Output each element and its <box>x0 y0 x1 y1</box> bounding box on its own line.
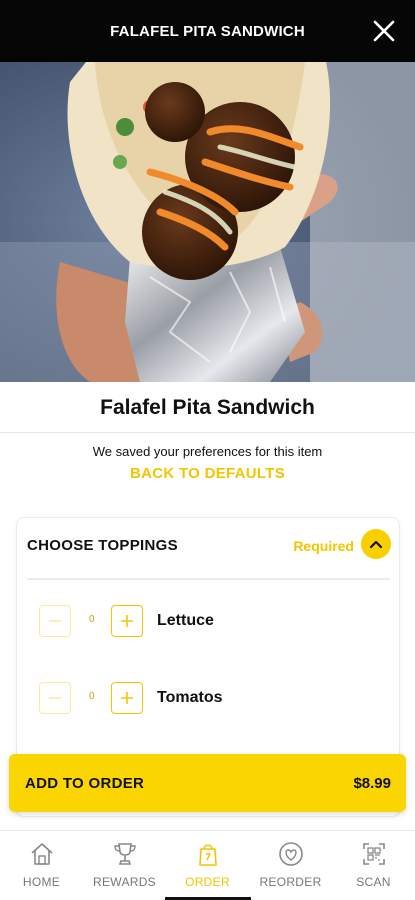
nav-label: SCAN <box>356 875 391 889</box>
back-to-defaults-link[interactable]: BACK TO DEFAULTS <box>0 465 415 482</box>
nav-label: ORDER <box>185 875 230 889</box>
add-to-order-button[interactable]: ADD TO ORDER $8.99 <box>9 754 406 812</box>
nav-label: REORDER <box>259 875 322 889</box>
quantity-value: 0 <box>89 614 95 625</box>
topping-name: Lettuce <box>157 612 214 629</box>
header-bar: FALAFEL PITA SANDWICH <box>0 0 415 62</box>
toppings-header[interactable]: CHOOSE TOPPINGS Required <box>17 518 399 578</box>
preferences-note: We saved your preferences for this item <box>92 444 323 459</box>
nav-label: HOME <box>22 875 61 889</box>
decrease-button[interactable] <box>39 682 71 714</box>
product-image <box>0 62 415 382</box>
increase-button[interactable] <box>111 605 143 637</box>
topping-row-tomatos: 0 Tomatos <box>37 682 377 716</box>
divider <box>27 578 390 580</box>
nav-item-rewards[interactable]: REWARDS <box>83 831 166 900</box>
page-title: FALAFEL PITA SANDWICH <box>110 22 305 40</box>
add-to-order-label: ADD TO ORDER <box>25 775 145 792</box>
topping-name: Tomatos <box>157 689 223 706</box>
home-icon <box>30 843 53 865</box>
item-title: Falafel Pita Sandwich <box>100 396 315 419</box>
minus-icon <box>49 697 61 699</box>
chevron-up-icon <box>369 540 383 549</box>
quantity-value: 0 <box>89 691 95 702</box>
increase-button[interactable] <box>111 682 143 714</box>
nav-item-order[interactable]: ORDER <box>164 831 251 900</box>
qr-scan-icon <box>362 843 385 865</box>
divider <box>0 432 415 433</box>
trophy-icon <box>113 843 136 865</box>
toppings-heading: CHOOSE TOPPINGS <box>27 537 178 554</box>
close-icon[interactable] <box>371 18 397 44</box>
order-bag-icon <box>198 844 217 866</box>
nav-item-reorder[interactable]: REORDER <box>249 831 332 900</box>
minus-icon <box>49 620 61 622</box>
nav-label: REWARDS <box>93 875 156 889</box>
plus-icon <box>121 615 133 627</box>
decrease-button[interactable] <box>39 605 71 637</box>
heart-badge-icon <box>278 842 303 866</box>
plus-icon <box>121 692 133 704</box>
collapse-toggle-button[interactable] <box>361 529 391 559</box>
required-label: Required <box>293 538 354 554</box>
topping-row-lettuce: 0 Lettuce <box>37 605 377 639</box>
bottom-nav: HOME REWARDS ORDER REORDER SCAN <box>0 830 415 900</box>
nav-item-home[interactable]: HOME <box>0 831 83 900</box>
order-price: $8.99 <box>353 775 391 792</box>
nav-item-scan[interactable]: SCAN <box>332 831 415 900</box>
